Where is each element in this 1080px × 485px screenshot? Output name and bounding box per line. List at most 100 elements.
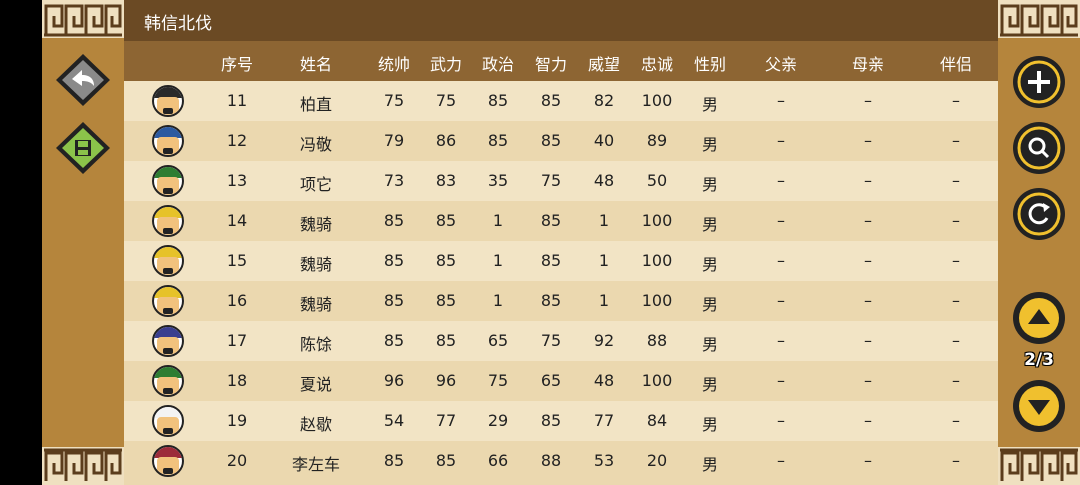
cell-zhengzhi: 1	[492, 211, 504, 230]
table-row[interactable]: 12 冯敬 79 86 85 85 40 89 男 – – –	[124, 121, 998, 161]
avatar	[152, 445, 184, 477]
meander-border-bottom	[42, 447, 124, 485]
avatar	[152, 245, 184, 277]
refresh-button[interactable]	[998, 184, 1080, 244]
cell-wuli: 77	[435, 411, 457, 430]
cell-name: 李左车	[291, 455, 340, 474]
cell-zhili: 65	[540, 371, 562, 390]
cell-sex: 男	[701, 415, 718, 434]
header-wuli[interactable]: 武力	[423, 51, 469, 75]
cell-tongshuai: 73	[383, 171, 405, 190]
right-panel	[998, 0, 1080, 485]
table-row[interactable]: 14 魏骑 85 85 1 85 1 100 男 – – –	[124, 201, 998, 241]
table-row[interactable]: 18 夏说 96 96 75 65 48 100 男 – – –	[124, 361, 998, 401]
cell-wuli: 85	[435, 451, 457, 470]
header-mate[interactable]: 伴侣	[924, 51, 988, 75]
cell-mother: –	[864, 171, 872, 190]
cell-name: 夏说	[299, 375, 332, 394]
header-zhengzhi[interactable]: 政治	[475, 51, 521, 75]
cell-zhongcheng: 20	[646, 451, 668, 470]
left-panel	[42, 0, 124, 485]
table-row[interactable]: 20 李左车 85 85 66 88 53 20 男 – – –	[124, 441, 998, 485]
avatar	[152, 405, 184, 437]
cell-mother: –	[864, 331, 872, 350]
cell-zhengzhi: 1	[492, 291, 504, 310]
header-zhili[interactable]: 智力	[528, 51, 574, 75]
cell-index: 12	[226, 131, 248, 150]
cell-zhengzhi: 85	[487, 131, 509, 150]
table-row[interactable]: 15 魏骑 85 85 1 85 1 100 男 – – –	[124, 241, 998, 281]
table-row[interactable]: 11 柏直 75 75 85 85 82 100 男 – – –	[124, 81, 998, 121]
cell-father: –	[777, 131, 785, 150]
cell-tongshuai: 79	[383, 131, 405, 150]
cell-father: –	[777, 251, 785, 270]
page-down-button[interactable]	[998, 376, 1080, 436]
refresh-icon	[1013, 188, 1065, 240]
header-mother[interactable]: 母亲	[830, 51, 906, 75]
table-row[interactable]: 19 赵歇 54 77 29 85 77 84 男 – – –	[124, 401, 998, 441]
header-zhongcheng[interactable]: 忠诚	[634, 51, 680, 75]
cell-index: 16	[226, 291, 248, 310]
cell-father: –	[777, 171, 785, 190]
avatar	[152, 365, 184, 397]
cell-wuli: 85	[435, 331, 457, 350]
cell-weiwang: 82	[593, 91, 615, 110]
plus-icon	[1013, 56, 1065, 108]
header-name[interactable]: 姓名	[284, 51, 348, 75]
table-row[interactable]: 16 魏骑 85 85 1 85 1 100 男 – – –	[124, 281, 998, 321]
table-row[interactable]: 17 陈馀 85 85 65 75 92 88 男 – – –	[124, 321, 998, 361]
avatar	[152, 205, 184, 237]
avatar	[152, 285, 184, 317]
cell-zhili: 75	[540, 331, 562, 350]
page-up-button[interactable]	[998, 288, 1080, 348]
cell-zhengzhi: 29	[487, 411, 509, 430]
cell-mate: –	[952, 91, 960, 110]
page-indicator: 2/3	[1024, 350, 1054, 370]
cell-mate: –	[952, 411, 960, 430]
cell-index: 14	[226, 211, 248, 230]
header-tongshuai[interactable]: 统帅	[371, 51, 417, 75]
cell-father: –	[777, 91, 785, 110]
add-button[interactable]	[998, 52, 1080, 112]
cell-zhengzhi: 85	[487, 91, 509, 110]
cell-name: 魏骑	[299, 255, 332, 274]
save-button[interactable]	[42, 120, 124, 176]
cell-zhili: 85	[540, 131, 562, 150]
header-weiwang[interactable]: 威望	[581, 51, 627, 75]
avatar	[152, 325, 184, 357]
cell-father: –	[777, 371, 785, 390]
magnifier-icon	[1013, 122, 1065, 174]
cell-index: 11	[226, 91, 248, 110]
cell-tongshuai: 85	[383, 291, 405, 310]
cell-weiwang: 48	[593, 171, 615, 190]
cell-tongshuai: 96	[383, 371, 405, 390]
cell-zhongcheng: 89	[646, 131, 668, 150]
cell-mate: –	[952, 171, 960, 190]
cell-mate: –	[952, 211, 960, 230]
cell-wuli: 96	[435, 371, 457, 390]
header-sex[interactable]: 性别	[687, 51, 733, 75]
header-father[interactable]: 父亲	[747, 51, 815, 75]
cell-mother: –	[864, 211, 872, 230]
cell-mate: –	[952, 131, 960, 150]
cell-zhili: 88	[540, 451, 562, 470]
cell-wuli: 75	[435, 91, 457, 110]
cell-wuli: 85	[435, 291, 457, 310]
table-row[interactable]: 13 项它 73 83 35 75 48 50 男 – – –	[124, 161, 998, 201]
cell-zhili: 85	[540, 91, 562, 110]
cell-zhongcheng: 100	[641, 251, 673, 270]
cell-tongshuai: 85	[383, 211, 405, 230]
cell-zhongcheng: 88	[646, 331, 668, 350]
back-button[interactable]	[42, 52, 124, 108]
title-bar: 韩信北伐	[124, 0, 998, 41]
header-index[interactable]: 序号	[212, 51, 262, 75]
cell-sex: 男	[701, 455, 718, 474]
cell-father: –	[777, 211, 785, 230]
meander-border-top	[42, 0, 124, 38]
cell-mate: –	[952, 451, 960, 470]
cell-sex: 男	[701, 375, 718, 394]
cell-father: –	[777, 451, 785, 470]
search-button[interactable]	[998, 118, 1080, 178]
cell-index: 19	[226, 411, 248, 430]
cell-zhongcheng: 100	[641, 211, 673, 230]
